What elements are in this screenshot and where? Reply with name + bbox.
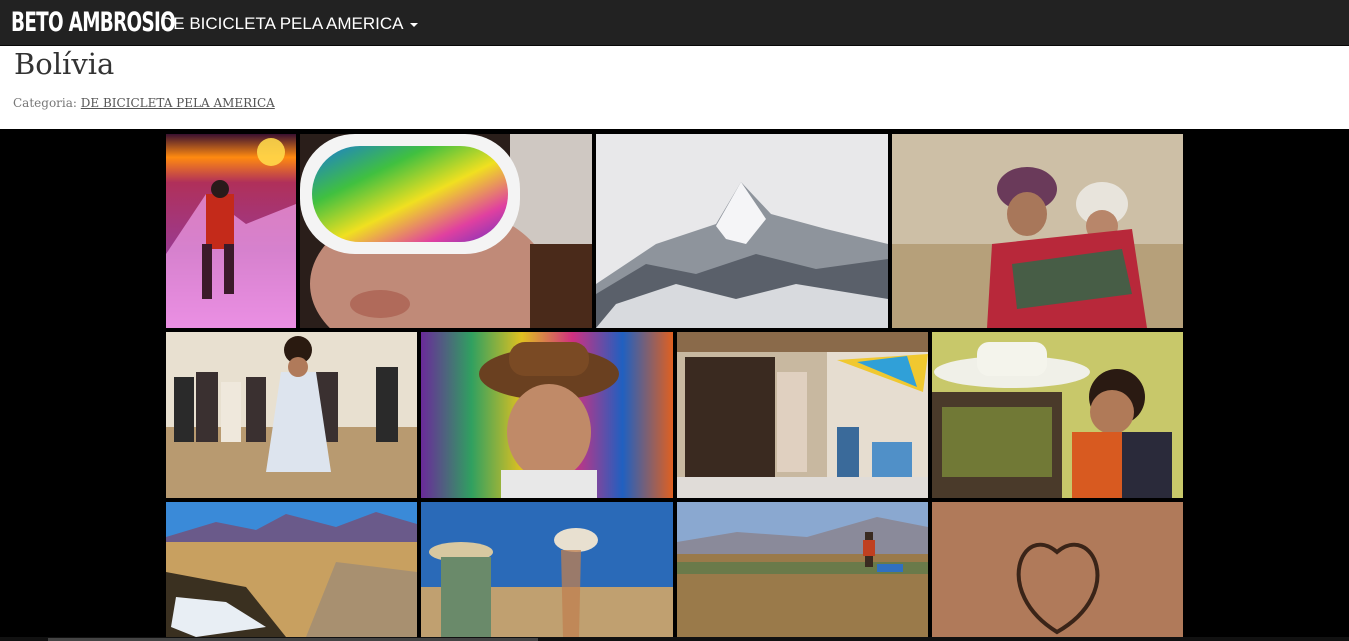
category-label: Categoria: [13, 96, 77, 110]
photo-woman-child-shawl[interactable] [892, 134, 1183, 328]
category-meta: Categoria: DE BICICLETA PELA AMERICA [13, 96, 275, 110]
photo-climber-sunset[interactable] [166, 134, 296, 328]
photo-altiplano-road[interactable] [166, 502, 417, 637]
caret-down-icon [409, 22, 418, 27]
nav-dropdown-label: DE BICICLETA PELA AMERICA [161, 14, 404, 33]
photo-desert-field[interactable] [677, 502, 928, 637]
nav-dropdown-de-bicicleta[interactable]: DE BICICLETA PELA AMERICA [161, 13, 418, 35]
photo-girl-brass-band[interactable] [166, 332, 417, 498]
photo-snow-mountain[interactable] [596, 134, 888, 328]
horizontal-scrollbar[interactable] [0, 637, 1349, 641]
category-link[interactable]: DE BICICLETA PELA AMERICA [81, 96, 275, 110]
photo-sand-heart[interactable] [932, 502, 1183, 637]
page-header: Bolívia Categoria: DE BICICLETA PELA AME… [0, 46, 1349, 129]
brand-logo[interactable]: BETO AMBROSIO [11, 4, 176, 42]
photo-gallery [0, 129, 1349, 641]
photo-winnowing-quinoa[interactable] [421, 502, 673, 637]
top-navbar: BETO AMBROSIO DE BICICLETA PELA AMERICA [0, 0, 1349, 46]
photo-street-shop[interactable] [677, 332, 928, 498]
page-title: Bolívia [14, 47, 115, 81]
photo-ski-goggles[interactable] [300, 134, 592, 328]
photo-woman-hat-child[interactable] [932, 332, 1183, 498]
photo-girl-bowler-hat[interactable] [421, 332, 673, 498]
